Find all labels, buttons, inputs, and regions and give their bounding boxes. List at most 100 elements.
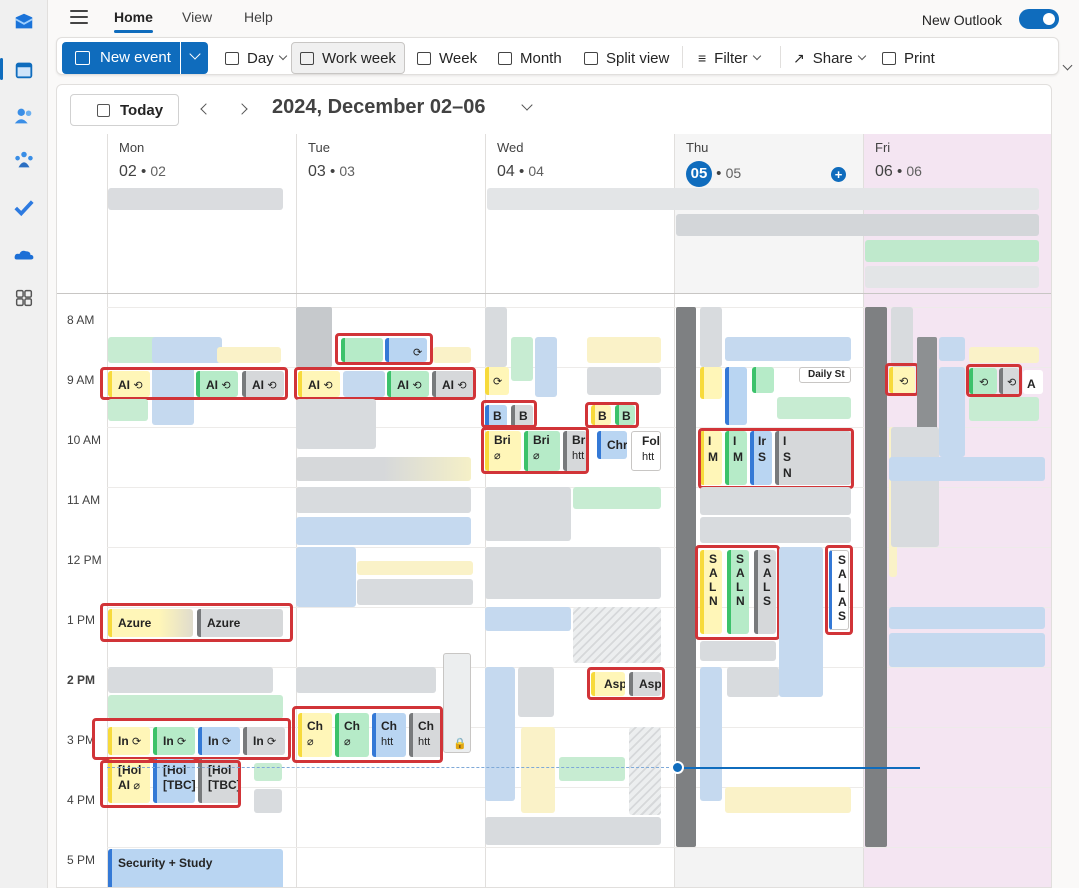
calendar-event[interactable] — [357, 579, 473, 605]
date-range-title[interactable]: 2024, December 02–06 — [272, 96, 486, 119]
calendar-event[interactable] — [700, 367, 722, 399]
calendar-event[interactable] — [485, 667, 515, 801]
calendar-event[interactable] — [939, 367, 965, 457]
calendar-event[interactable] — [485, 607, 571, 631]
calendar-event[interactable] — [889, 457, 1045, 481]
todo-icon[interactable] — [12, 196, 36, 220]
calendar-event[interactable] — [108, 667, 273, 693]
calendar-event[interactable] — [891, 307, 913, 367]
calendar-event[interactable] — [573, 487, 661, 509]
calendar-event[interactable] — [485, 487, 571, 541]
calendar-event[interactable] — [485, 307, 507, 367]
add-event-icon[interactable]: + — [831, 167, 846, 182]
apps-icon[interactable] — [12, 286, 36, 310]
calendar-event[interactable] — [521, 727, 555, 813]
outlook-logo-icon[interactable] — [12, 10, 36, 34]
calendar-event[interactable] — [777, 397, 851, 419]
next-week-icon[interactable] — [236, 103, 248, 115]
calendar-event[interactable]: 🔒 — [443, 653, 471, 753]
calendar-event[interactable] — [296, 547, 356, 607]
calendar-event[interactable] — [587, 367, 661, 395]
all-day-event[interactable] — [865, 266, 1039, 288]
calendar-event[interactable] — [296, 399, 376, 449]
menu-icon[interactable] — [70, 10, 88, 26]
calendar-event[interactable] — [108, 695, 283, 719]
chevron-down-icon[interactable] — [189, 48, 201, 60]
filter-button[interactable]: ≡ Filter — [690, 42, 768, 74]
calendar-event[interactable] — [254, 763, 282, 781]
calendar-event[interactable] — [752, 367, 774, 393]
calendar-event[interactable]: Chr — [597, 431, 627, 459]
day-view-button[interactable]: Day — [217, 42, 294, 74]
calendar-event[interactable] — [296, 517, 471, 545]
calendar-event[interactable] — [891, 427, 939, 547]
all-day-event[interactable] — [676, 214, 1039, 236]
tab-view[interactable]: View — [182, 9, 212, 25]
calendar-event[interactable] — [518, 667, 554, 717]
calendar-event[interactable] — [433, 347, 471, 363]
work-week-view-button[interactable]: Work week — [291, 42, 405, 74]
calendar-event[interactable] — [357, 561, 473, 575]
calendar-event[interactable] — [485, 817, 661, 845]
calendar-icon[interactable] — [12, 58, 36, 82]
calendar-event[interactable] — [700, 487, 851, 515]
calendar-event[interactable] — [485, 547, 661, 599]
calendar-event[interactable] — [700, 517, 851, 543]
tab-home[interactable]: Home — [114, 9, 153, 33]
day-header-mon[interactable]: Mon 02 • 02 — [107, 134, 296, 294]
calendar-event[interactable] — [969, 347, 1039, 363]
calendar-event[interactable] — [725, 337, 851, 361]
calendar-event[interactable] — [296, 307, 332, 367]
day-header-tue[interactable]: Tue 03 • 03 — [296, 134, 485, 294]
calendar-event[interactable] — [700, 667, 722, 801]
print-button[interactable]: Print — [874, 42, 943, 74]
previous-week-icon[interactable] — [200, 103, 212, 115]
all-day-event[interactable] — [487, 188, 1039, 210]
day-header-wed[interactable]: Wed 04 • 04 — [485, 134, 674, 294]
calendar-event[interactable]: Fol htt — [631, 431, 661, 471]
calendar-event[interactable]: A — [1023, 370, 1043, 394]
month-view-button[interactable]: Month — [490, 42, 570, 74]
new-event-button[interactable]: New event — [62, 42, 208, 74]
new-outlook-toggle[interactable] — [1019, 9, 1059, 29]
ribbon-expand-icon[interactable] — [1062, 60, 1073, 71]
calendar-event[interactable] — [511, 337, 533, 381]
today-button[interactable]: Today — [70, 94, 179, 126]
onedrive-icon[interactable] — [12, 242, 36, 266]
split-view-button[interactable]: Split view — [576, 42, 677, 74]
all-day-event[interactable] — [108, 188, 283, 210]
groups-icon[interactable] — [12, 148, 36, 172]
week-view-button[interactable]: Week — [409, 42, 485, 74]
calendar-event[interactable] — [535, 337, 557, 397]
calendar-event[interactable] — [700, 307, 722, 367]
calendar-event[interactable] — [152, 337, 222, 363]
calendar-event[interactable] — [108, 399, 148, 421]
share-button[interactable]: ↗ Share — [785, 42, 873, 74]
calendar-event[interactable] — [889, 607, 1045, 629]
calendar-event[interactable] — [969, 397, 1039, 421]
calendar-event[interactable] — [700, 641, 776, 661]
calendar-event[interactable] — [296, 667, 436, 693]
calendar-event[interactable] — [217, 347, 281, 363]
calendar-event[interactable] — [587, 337, 661, 363]
all-day-event[interactable] — [865, 240, 1039, 262]
calendar-event[interactable] — [296, 487, 471, 513]
tab-help[interactable]: Help — [244, 9, 273, 25]
calendar-event[interactable] — [725, 787, 851, 813]
calendar-event[interactable] — [939, 337, 965, 361]
calendar-event[interactable] — [725, 367, 747, 425]
chevron-down-icon[interactable] — [521, 99, 533, 111]
calendar-event[interactable] — [573, 607, 661, 663]
calendar-event[interactable] — [889, 633, 1045, 667]
calendar-event[interactable] — [296, 457, 471, 481]
calendar-event[interactable] — [865, 307, 887, 847]
calendar-event[interactable]: Security + Study — [108, 849, 283, 887]
people-icon[interactable] — [12, 104, 36, 128]
calendar-event[interactable] — [629, 727, 661, 815]
calendar-event[interactable] — [254, 789, 282, 813]
calendar-event[interactable] — [727, 667, 779, 697]
calendar-event[interactable] — [559, 757, 625, 781]
calendar-event[interactable] — [779, 547, 823, 697]
calendar-event[interactable]: ⟳ — [485, 367, 509, 395]
calendar-event[interactable]: Daily St — [799, 367, 851, 383]
